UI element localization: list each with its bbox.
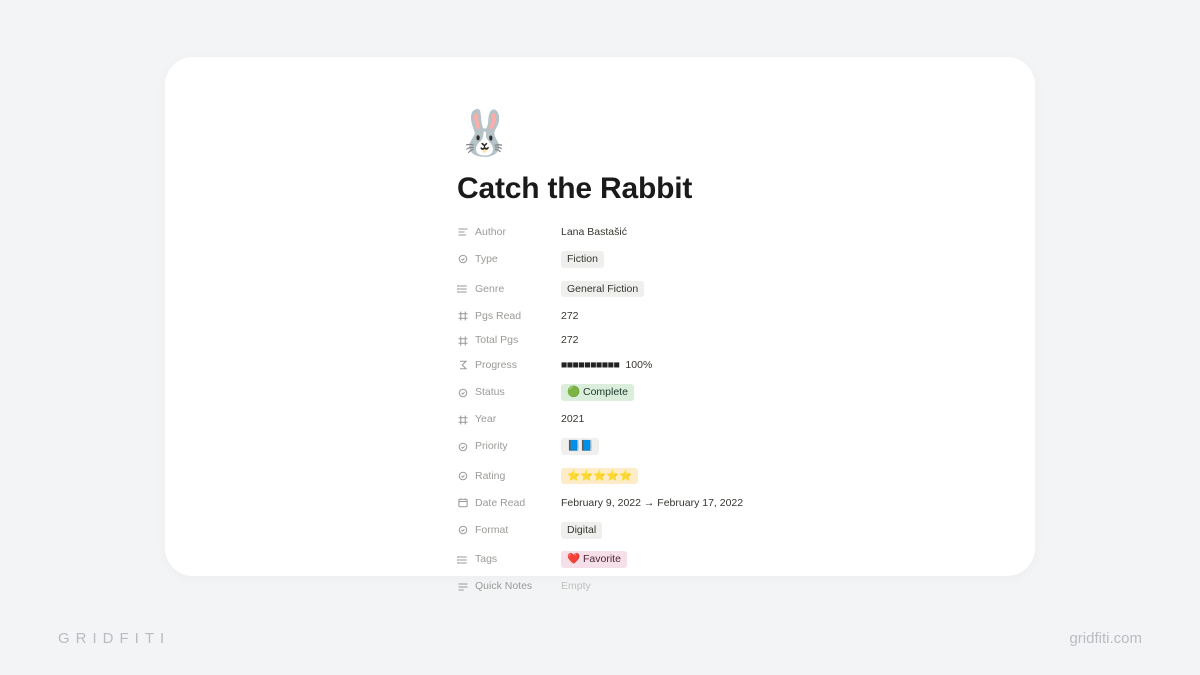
property-format[interactable]: Format Digital bbox=[457, 516, 995, 545]
property-key: Status bbox=[457, 387, 561, 399]
property-value[interactable]: 272 bbox=[561, 311, 579, 322]
property-key: Quick Notes bbox=[457, 581, 561, 593]
total-pgs-value: 272 bbox=[561, 335, 579, 346]
tags-tag: ❤️ Favorite bbox=[561, 551, 627, 568]
property-rating[interactable]: Rating ⭐️⭐️⭐️⭐️⭐️ bbox=[457, 461, 995, 490]
page-content: 🐰 Catch the Rabbit Author Lana Bastašić bbox=[457, 112, 995, 599]
rating-tag: ⭐️⭐️⭐️⭐️⭐️ bbox=[561, 468, 638, 485]
page-card: 🐰 Catch the Rabbit Author Lana Bastašić bbox=[165, 57, 1035, 576]
property-value[interactable]: Empty bbox=[561, 581, 591, 592]
property-value[interactable]: ■■■■■■■■■■ 100% bbox=[561, 360, 652, 371]
property-key: Year bbox=[457, 414, 561, 426]
property-label: Author bbox=[475, 227, 506, 238]
property-label: Quick Notes bbox=[475, 581, 532, 592]
property-key: Type bbox=[457, 253, 561, 265]
property-priority[interactable]: Priority 📘📘 bbox=[457, 432, 995, 461]
property-label: Priority bbox=[475, 441, 508, 452]
property-label: Total Pgs bbox=[475, 335, 518, 346]
property-year[interactable]: Year 2021 bbox=[457, 407, 995, 432]
property-key: Genre bbox=[457, 283, 561, 295]
property-key: Total Pgs bbox=[457, 335, 561, 347]
pgs-read-value: 272 bbox=[561, 311, 579, 322]
property-label: Rating bbox=[475, 471, 505, 482]
property-label: Type bbox=[475, 254, 498, 265]
select-icon bbox=[457, 387, 469, 399]
author-value: Lana Bastašić bbox=[561, 227, 627, 238]
page-title[interactable]: Catch the Rabbit bbox=[457, 172, 995, 206]
property-key: Progress bbox=[457, 359, 561, 371]
property-genre[interactable]: Genre General Fiction bbox=[457, 274, 995, 303]
date-icon bbox=[457, 497, 469, 509]
text-icon bbox=[457, 226, 469, 238]
property-key: Author bbox=[457, 226, 561, 238]
property-pgs-read[interactable]: Pgs Read 272 bbox=[457, 304, 995, 329]
property-value[interactable]: General Fiction bbox=[561, 281, 644, 298]
date-read-value: February 9, 2022 → February 17, 2022 bbox=[561, 498, 743, 509]
property-value[interactable]: 🟢 Complete bbox=[561, 384, 634, 401]
property-label: Genre bbox=[475, 284, 504, 295]
year-value: 2021 bbox=[561, 414, 584, 425]
property-label: Format bbox=[475, 525, 508, 536]
multiselect-icon bbox=[457, 554, 469, 566]
property-value[interactable]: 2021 bbox=[561, 414, 584, 425]
number-icon bbox=[457, 310, 469, 322]
format-tag: Digital bbox=[561, 522, 602, 539]
progress-percent: 100% bbox=[625, 360, 652, 371]
site-watermark: gridfiti.com bbox=[1069, 630, 1142, 647]
property-value[interactable]: ⭐️⭐️⭐️⭐️⭐️ bbox=[561, 468, 638, 485]
property-progress[interactable]: Progress ■■■■■■■■■■ 100% bbox=[457, 353, 995, 378]
property-label: Status bbox=[475, 387, 505, 398]
property-label: Year bbox=[475, 414, 496, 425]
property-value[interactable]: 📘📘 bbox=[561, 438, 599, 455]
text-icon bbox=[457, 581, 469, 593]
quick-notes-value: Empty bbox=[561, 581, 591, 592]
status-tag: 🟢 Complete bbox=[561, 384, 634, 401]
property-author[interactable]: Author Lana Bastašić bbox=[457, 220, 995, 245]
property-value[interactable]: February 9, 2022 → February 17, 2022 bbox=[561, 498, 743, 509]
property-total-pgs[interactable]: Total Pgs 272 bbox=[457, 328, 995, 353]
property-tags[interactable]: Tags ❤️ Favorite bbox=[457, 545, 995, 574]
property-key: Format bbox=[457, 524, 561, 536]
page-icon[interactable]: 🐰 bbox=[457, 112, 995, 156]
property-value[interactable]: Lana Bastašić bbox=[561, 227, 627, 238]
property-key: Tags bbox=[457, 554, 561, 566]
select-icon bbox=[457, 524, 469, 536]
property-value[interactable]: Digital bbox=[561, 522, 602, 539]
property-label: Pgs Read bbox=[475, 311, 521, 322]
property-status[interactable]: Status 🟢 Complete bbox=[457, 378, 995, 407]
select-icon bbox=[457, 470, 469, 482]
genre-tag: General Fiction bbox=[561, 281, 644, 298]
property-list: Author Lana Bastašić Type Fiction bbox=[457, 220, 995, 599]
property-quick-notes[interactable]: Quick Notes Empty bbox=[457, 574, 995, 599]
property-key: Priority bbox=[457, 441, 561, 453]
select-icon bbox=[457, 253, 469, 265]
property-key: Pgs Read bbox=[457, 310, 561, 322]
number-icon bbox=[457, 335, 469, 347]
property-key: Date Read bbox=[457, 497, 561, 509]
priority-tag: 📘📘 bbox=[561, 438, 599, 455]
property-label: Tags bbox=[475, 554, 497, 565]
select-icon bbox=[457, 441, 469, 453]
number-icon bbox=[457, 414, 469, 426]
multiselect-icon bbox=[457, 283, 469, 295]
property-date-read[interactable]: Date Read February 9, 2022 → February 17… bbox=[457, 491, 995, 516]
brand-watermark: GRIDFITI bbox=[58, 630, 170, 647]
property-value[interactable]: Fiction bbox=[561, 251, 604, 268]
property-label: Progress bbox=[475, 360, 517, 371]
progress-bar: ■■■■■■■■■■ bbox=[561, 360, 619, 371]
property-value[interactable]: 272 bbox=[561, 335, 579, 346]
formula-icon bbox=[457, 359, 469, 371]
type-tag: Fiction bbox=[561, 251, 604, 268]
property-label: Date Read bbox=[475, 498, 525, 509]
property-key: Rating bbox=[457, 470, 561, 482]
property-type[interactable]: Type Fiction bbox=[457, 245, 995, 274]
property-value[interactable]: ❤️ Favorite bbox=[561, 551, 627, 568]
